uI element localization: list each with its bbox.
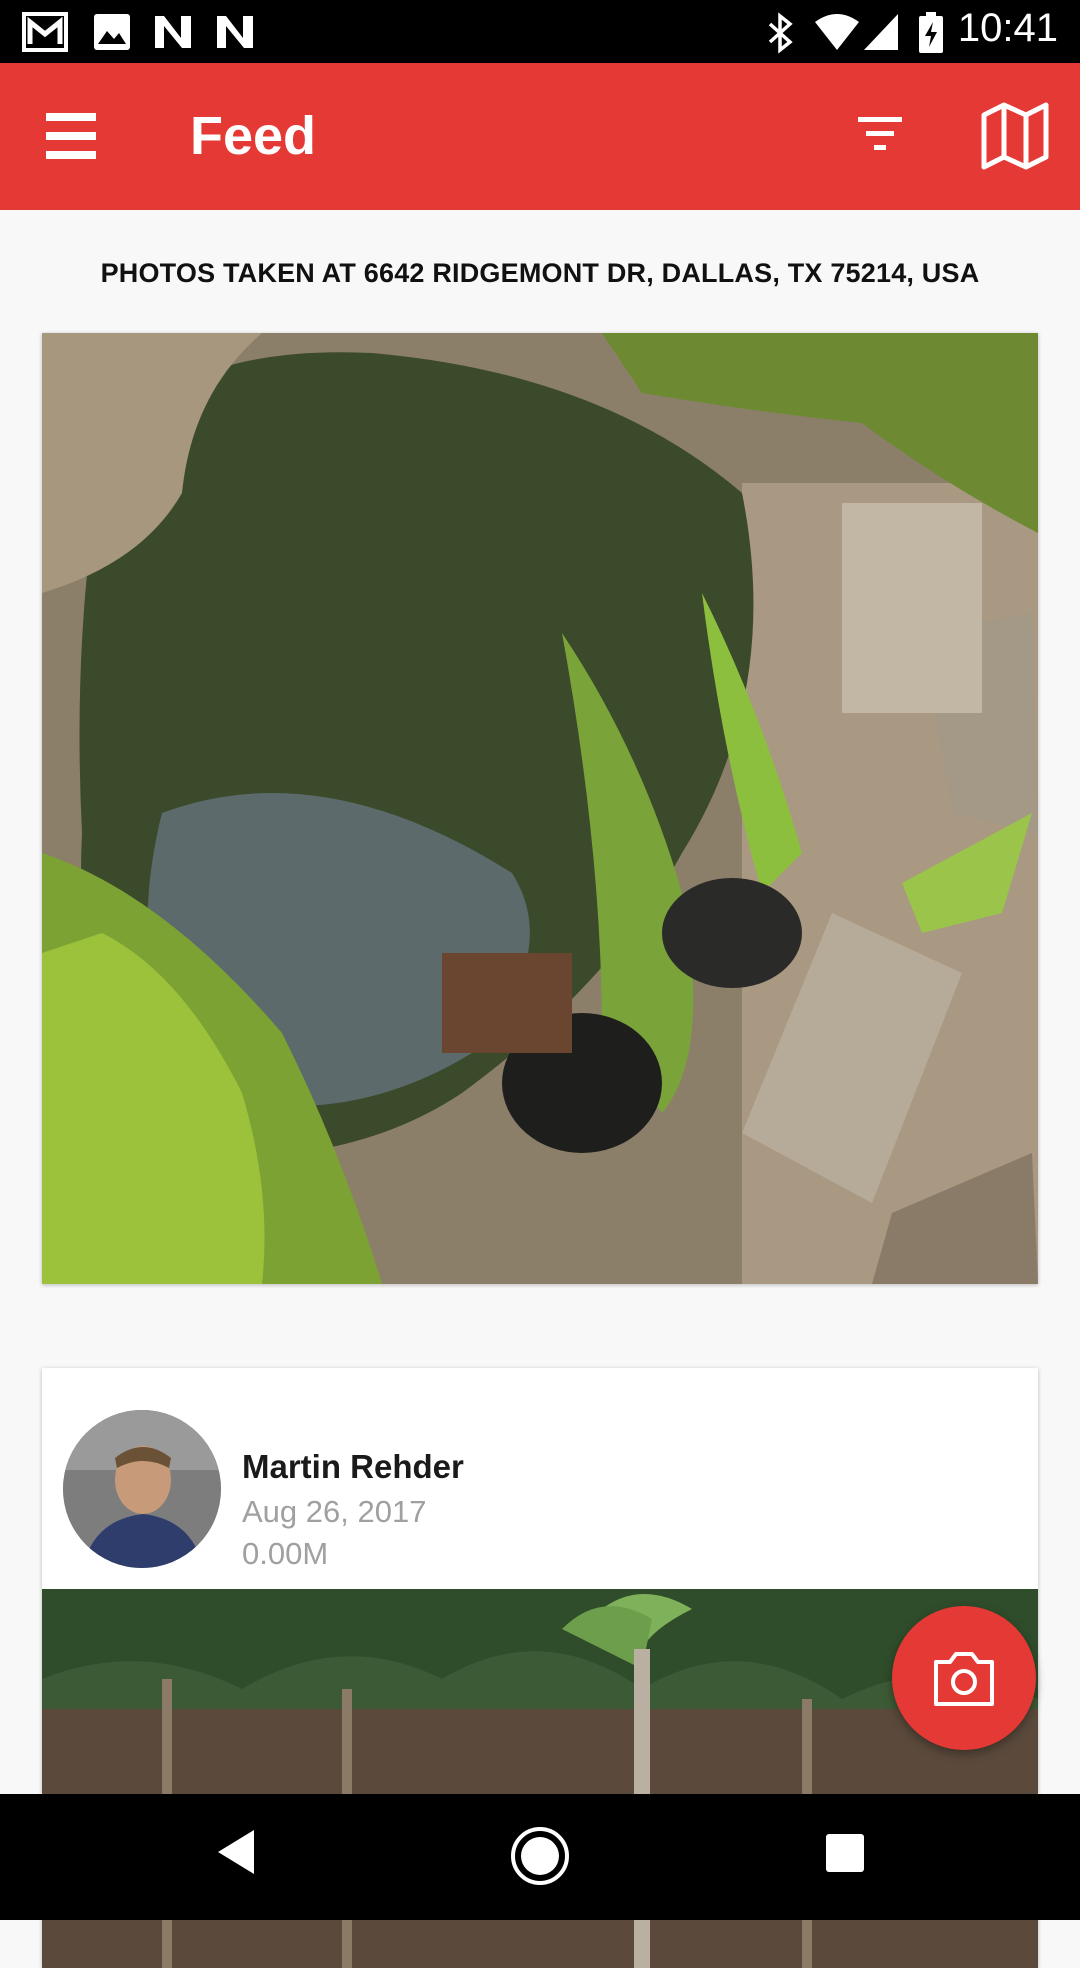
camera-fab[interactable] <box>892 1606 1036 1750</box>
status-bar: 10:41 <box>0 0 1080 63</box>
back-icon[interactable] <box>214 1827 258 1877</box>
signal-icon <box>864 14 898 50</box>
author-name[interactable]: Martin Rehder <box>242 1448 464 1486</box>
home-icon[interactable] <box>509 1825 571 1887</box>
wifi-icon <box>815 14 859 50</box>
clock: 10:41 <box>957 6 1058 50</box>
avatar-image <box>63 1410 221 1568</box>
page-title: Feed <box>190 106 317 166</box>
photo-card[interactable] <box>42 333 1038 1284</box>
map-icon[interactable] <box>980 101 1050 171</box>
filter-icon[interactable] <box>850 111 910 161</box>
n-app-icon <box>155 16 191 48</box>
location-heading: PHOTOS TAKEN AT 6642 RIDGEMONT DR, DALLA… <box>100 258 980 288</box>
post-distance: 0.00M <box>242 1536 329 1571</box>
bluetooth-icon <box>768 12 793 54</box>
app-bar: Feed <box>0 63 1080 210</box>
post-date: Aug 26, 2017 <box>242 1494 427 1529</box>
pond-photo[interactable] <box>42 333 1038 1284</box>
avatar[interactable] <box>63 1410 221 1568</box>
image-icon <box>94 14 130 50</box>
menu-icon[interactable] <box>46 113 96 159</box>
n-app-icon <box>217 16 253 48</box>
battery-charging-icon <box>919 12 943 53</box>
recents-icon[interactable] <box>824 1832 866 1874</box>
navigation-bar <box>0 1794 1080 1920</box>
camera-icon <box>934 1652 994 1706</box>
gmail-icon <box>22 12 68 52</box>
